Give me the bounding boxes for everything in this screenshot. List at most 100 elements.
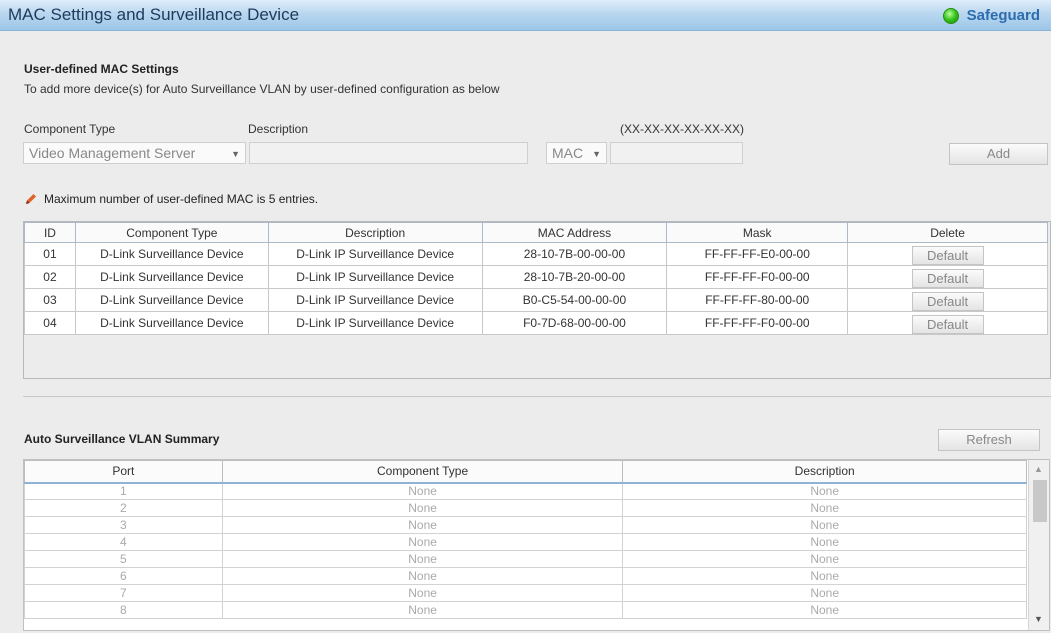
mac-header-id: ID — [24, 222, 76, 243]
scrollbar-thumb[interactable] — [1033, 480, 1047, 522]
max-entries-note: Maximum number of user-defined MAC is 5 … — [24, 192, 318, 206]
component-type-select-value: Video Management Server — [29, 145, 196, 161]
mac-header-mac-address: MAC Address — [481, 222, 668, 243]
mac-component-type-cell: D-Link Surveillance Device — [74, 242, 269, 266]
mac-header-delete: Delete — [847, 222, 1048, 243]
table-row: 2 None None — [24, 499, 1027, 517]
mac-mode-select[interactable]: MAC ▼ — [546, 142, 607, 164]
dropdown-arrow-icon: ▼ — [592, 149, 601, 159]
summary-component-type-cell: None — [221, 516, 624, 534]
mac-id-cell: 03 — [24, 288, 76, 312]
table-row: 7 None None — [24, 584, 1027, 602]
table-row: 1 None None — [24, 482, 1027, 500]
default-button[interactable]: Default — [911, 246, 984, 265]
mac-component-type-cell: D-Link Surveillance Device — [74, 265, 269, 289]
mac-component-type-cell: D-Link Surveillance Device — [74, 311, 269, 335]
mac-header-mask: Mask — [666, 222, 849, 243]
default-button[interactable]: Default — [911, 315, 984, 334]
summary-header-description: Description — [622, 460, 1027, 484]
default-button[interactable]: Default — [911, 269, 984, 288]
summary-component-type-cell: None — [221, 601, 624, 619]
user-defined-description: To add more device(s) for Auto Surveilla… — [24, 82, 500, 96]
mac-delete-cell: Default — [847, 288, 1048, 312]
summary-port-cell: 4 — [24, 533, 223, 551]
summary-description-cell: None — [622, 584, 1027, 602]
dropdown-arrow-icon: ▼ — [231, 149, 240, 159]
table-row: 6 None None — [24, 567, 1027, 585]
summary-component-type-cell: None — [221, 533, 624, 551]
summary-port-cell: 8 — [24, 601, 223, 619]
summary-port-cell: 2 — [24, 499, 223, 517]
mac-component-type-cell: D-Link Surveillance Device — [74, 288, 269, 312]
mac-address-input[interactable] — [610, 142, 743, 164]
mac-mask-cell: FF-FF-FF-F0-00-00 — [666, 265, 849, 289]
table-row: 4 None None — [24, 533, 1027, 551]
page-title: MAC Settings and Surveillance Device — [8, 5, 300, 24]
mac-mask-cell: FF-FF-FF-80-00-00 — [666, 288, 849, 312]
mac-mask-cell: FF-FF-FF-F0-00-00 — [666, 311, 849, 335]
status-led-icon — [942, 7, 959, 24]
mac-id-cell: 01 — [24, 242, 76, 266]
mac-table: ID Component Type Description MAC Addres… — [24, 222, 1048, 335]
summary-description-cell: None — [622, 533, 1027, 551]
summary-port-cell: 1 — [24, 482, 223, 500]
title-bar: MAC Settings and Surveillance Device Saf… — [0, 0, 1051, 31]
summary-port-cell: 6 — [24, 567, 223, 585]
summary-port-cell: 3 — [24, 516, 223, 534]
summary-description-cell: None — [622, 516, 1027, 534]
safeguard-label: Safeguard — [966, 7, 1040, 24]
default-button[interactable]: Default — [911, 292, 984, 311]
refresh-button[interactable]: Refresh — [938, 429, 1040, 451]
max-entries-note-text: Maximum number of user-defined MAC is 5 … — [44, 192, 319, 206]
summary-table-container: Port Component Type Description 1 None N… — [23, 459, 1050, 631]
scroll-down-icon[interactable]: ▼ — [1034, 614, 1043, 624]
summary-description-cell: None — [622, 482, 1027, 500]
mac-address-cell: B0-C5-54-00-00-00 — [481, 288, 668, 312]
mac-delete-cell: Default — [847, 265, 1048, 289]
component-type-select[interactable]: Video Management Server ▼ — [23, 142, 246, 164]
pencil-icon — [26, 194, 36, 204]
summary-description-cell: None — [622, 499, 1027, 517]
mac-delete-cell: Default — [847, 311, 1048, 335]
summary-component-type-cell: None — [221, 482, 624, 500]
mac-delete-cell: Default — [847, 242, 1048, 266]
section-divider — [23, 396, 1051, 397]
mac-format-label: (XX-XX-XX-XX-XX-XX) — [620, 122, 745, 136]
user-defined-heading: User-defined MAC Settings — [24, 62, 179, 76]
mac-mode-select-value: MAC — [552, 145, 584, 161]
safeguard-indicator[interactable]: Safeguard — [942, 7, 1040, 24]
description-input[interactable] — [249, 142, 528, 164]
summary-header-port: Port — [24, 460, 223, 484]
summary-port-cell: 5 — [24, 550, 223, 568]
summary-description-cell: None — [622, 601, 1027, 619]
summary-scrollbar[interactable]: ▲ ▼ — [1028, 460, 1049, 630]
summary-port-cell: 7 — [24, 584, 223, 602]
scroll-up-icon[interactable]: ▲ — [1034, 464, 1043, 474]
table-row: 02 D-Link Surveillance Device D-Link IP … — [24, 265, 1048, 289]
mac-address-cell: 28-10-7B-00-00-00 — [481, 242, 668, 266]
mac-description-cell: D-Link IP Surveillance Device — [267, 242, 483, 266]
mac-description-cell: D-Link IP Surveillance Device — [267, 311, 483, 335]
table-row: 01 D-Link Surveillance Device D-Link IP … — [24, 242, 1048, 266]
table-row: 04 D-Link Surveillance Device D-Link IP … — [24, 311, 1048, 335]
mac-mask-cell: FF-FF-FF-E0-00-00 — [666, 242, 849, 266]
mac-description-cell: D-Link IP Surveillance Device — [267, 288, 483, 312]
table-row: 3 None None — [24, 516, 1027, 534]
add-button[interactable]: Add — [949, 143, 1048, 165]
mac-address-cell: 28-10-7B-20-00-00 — [481, 265, 668, 289]
summary-description-cell: None — [622, 550, 1027, 568]
summary-header-component-type: Component Type — [221, 460, 624, 484]
summary-table: Port Component Type Description 1 None N… — [24, 460, 1027, 619]
summary-component-type-cell: None — [221, 499, 624, 517]
component-type-label: Component Type — [24, 122, 116, 136]
table-row: 03 D-Link Surveillance Device D-Link IP … — [24, 288, 1048, 312]
summary-component-type-cell: None — [221, 567, 624, 585]
summary-component-type-cell: None — [221, 550, 624, 568]
table-row: 5 None None — [24, 550, 1027, 568]
summary-component-type-cell: None — [221, 584, 624, 602]
mac-header-component-type: Component Type — [74, 222, 269, 243]
description-label: Description — [248, 122, 309, 136]
mac-header-description: Description — [267, 222, 483, 243]
mac-address-cell: F0-7D-68-00-00-00 — [481, 311, 668, 335]
summary-heading: Auto Surveillance VLAN Summary — [24, 432, 220, 446]
